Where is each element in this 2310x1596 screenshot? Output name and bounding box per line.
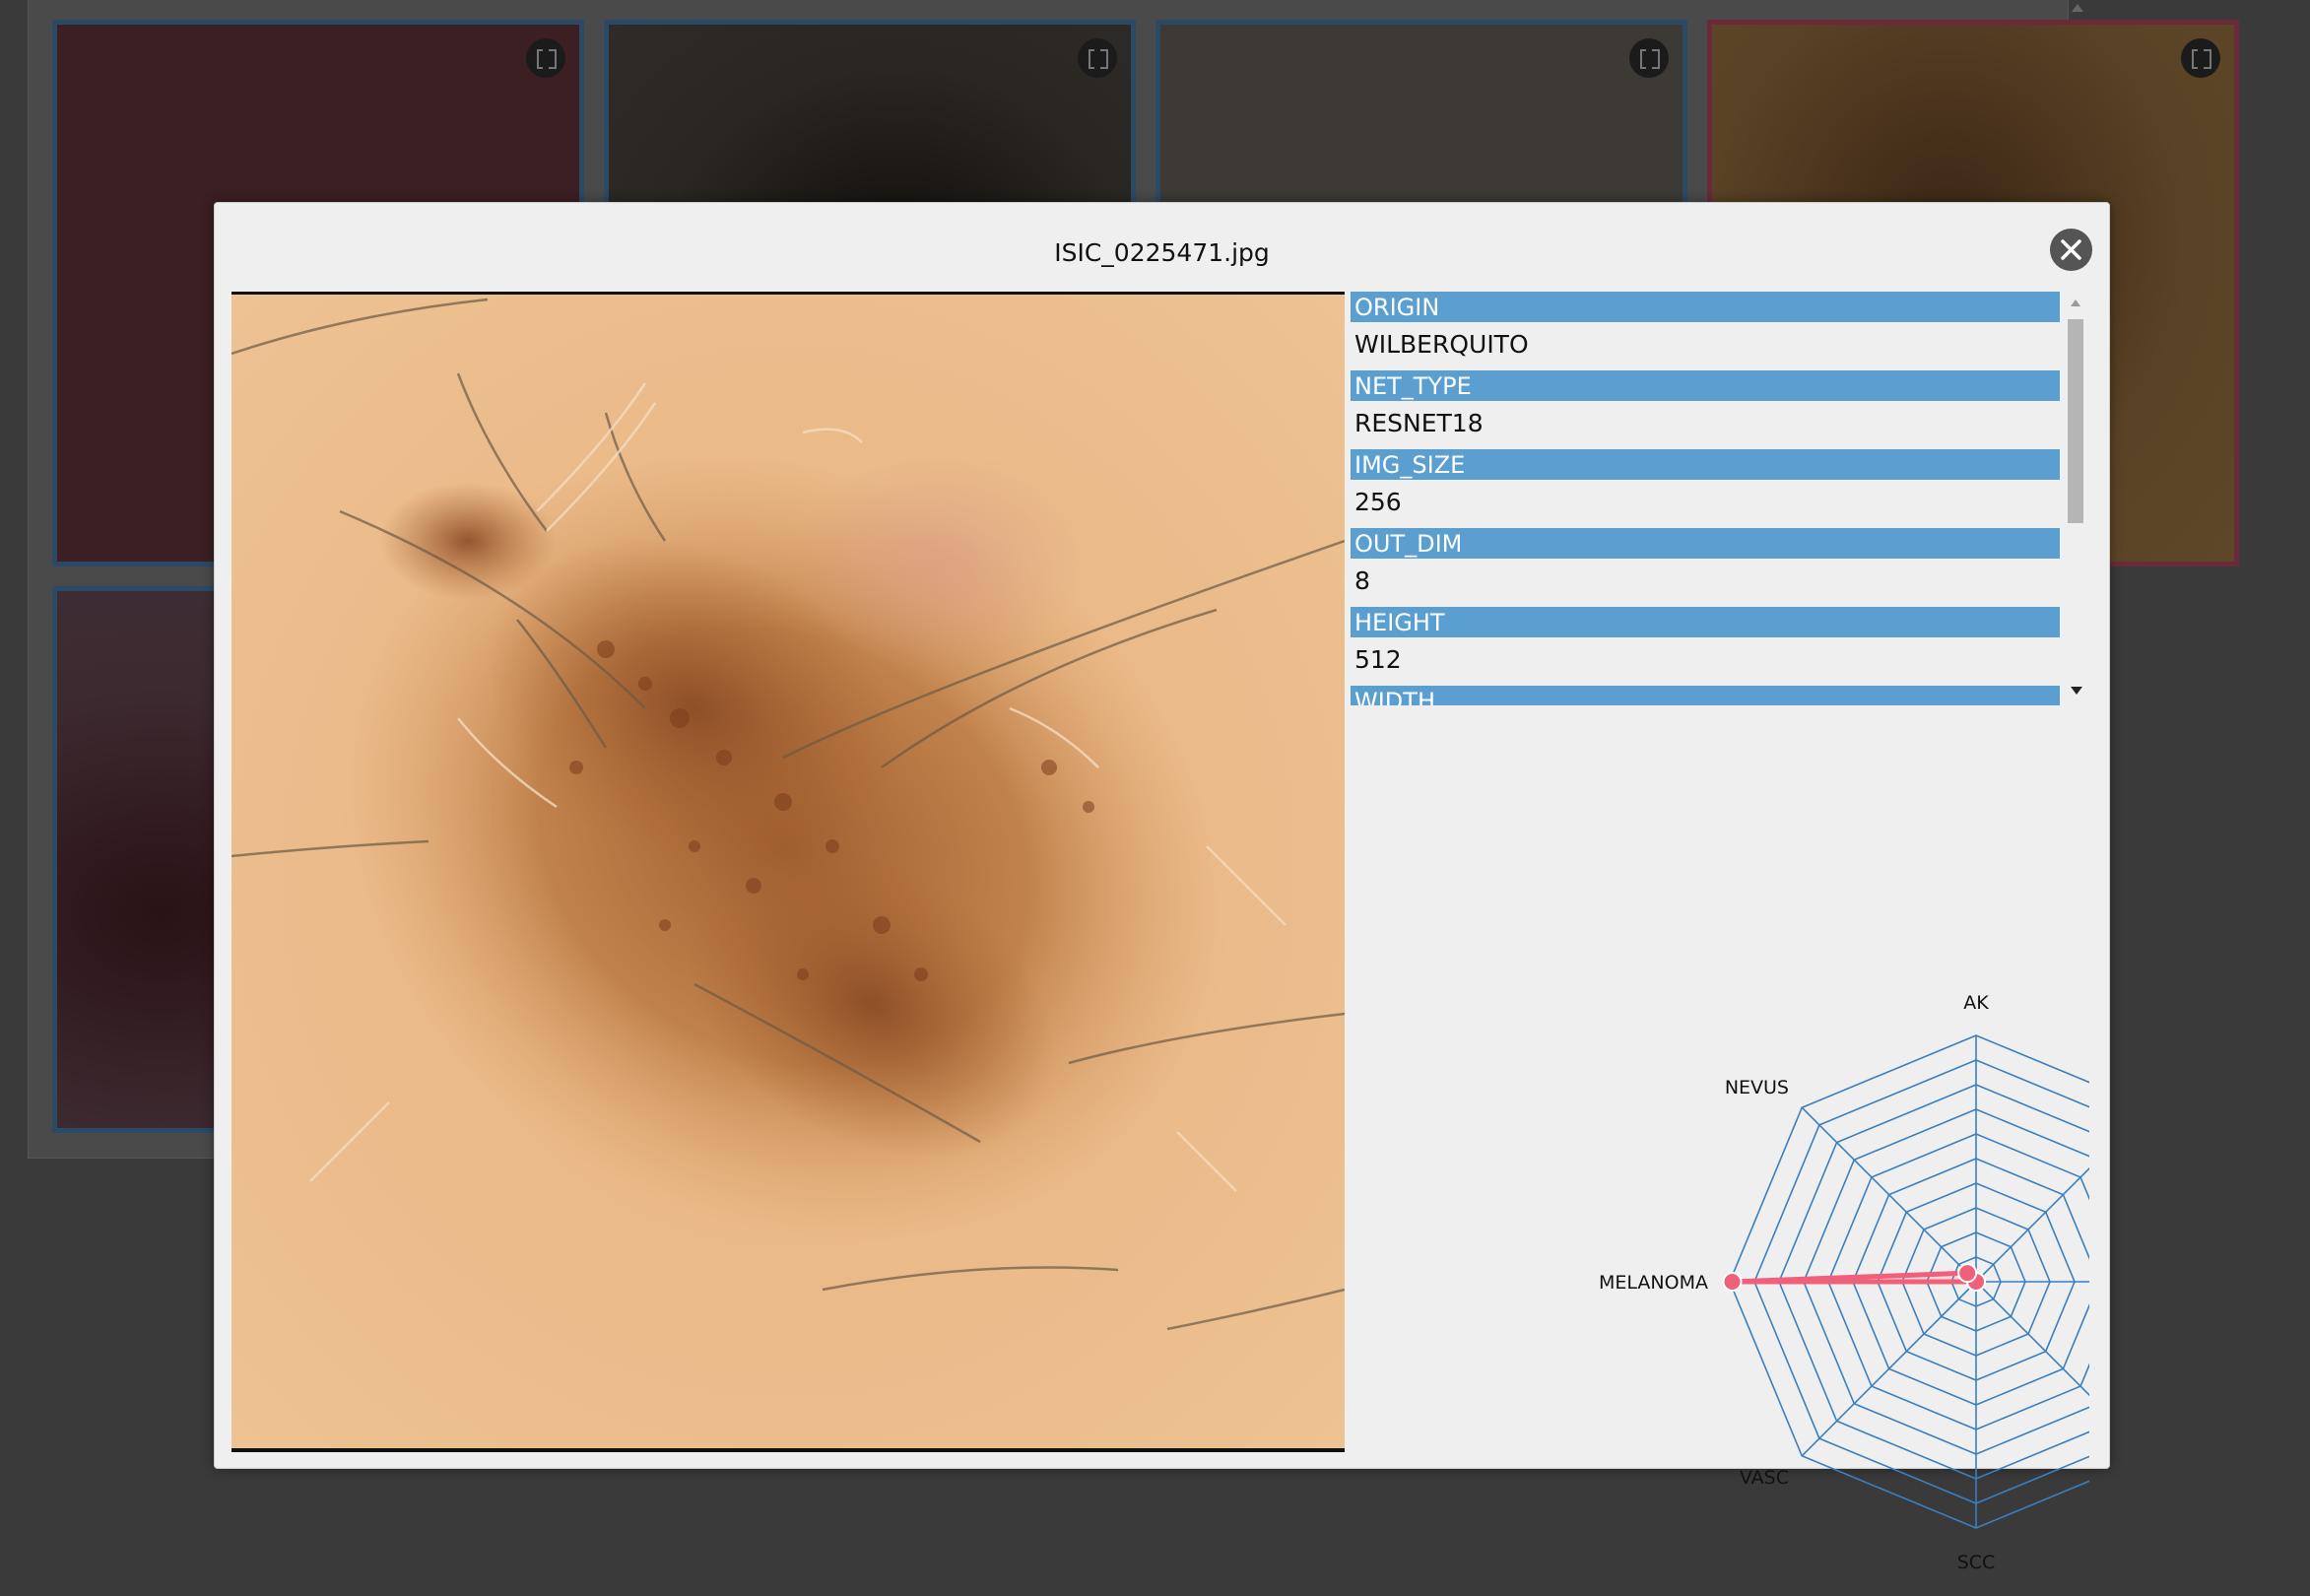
expand-icon[interactable]: [1078, 38, 1117, 78]
metadata-list[interactable]: ORIGIN WILBERQUITO NET_TYPE RESNET18 IMG…: [1351, 292, 2060, 705]
image-detail-modal: ISIC_0225471.jpg ORIGIN WILBERQUITO NET_…: [214, 202, 2279, 1573]
metadata-key: HEIGHT: [1351, 607, 2060, 637]
metadata-key: IMG_SIZE: [1351, 449, 2060, 480]
scroll-down-arrow-icon[interactable]: [2071, 687, 2082, 695]
metadata-value: RESNET18: [1354, 409, 1484, 437]
metadata-value: 256: [1354, 488, 1402, 516]
radar-point-nevus: [1957, 1263, 1978, 1284]
close-button[interactable]: [2050, 229, 2092, 271]
modal-title: ISIC_0225471.jpg: [1054, 238, 1270, 267]
lesion-image: [231, 292, 1345, 1452]
metadata-scrollbar[interactable]: [2065, 292, 2086, 705]
radar-series-area: [1730, 1270, 1979, 1285]
expand-icon[interactable]: [2181, 38, 2220, 78]
class-probability-radar-chart: AKBCCBKLDFSCCVASCMELANOMANEVUS: [1351, 765, 2279, 1592]
metadata-value: WILBERQUITO: [1354, 330, 1529, 359]
scrollbar-thumb[interactable]: [2068, 319, 2083, 523]
scroll-up-arrow-icon[interactable]: [2071, 299, 2080, 306]
metadata-value: 512: [1354, 645, 1402, 674]
radar-point-melanoma: [1722, 1272, 1743, 1292]
expand-icon[interactable]: [526, 38, 565, 78]
metadata-key: ORIGIN: [1351, 292, 2060, 322]
radar-axis-line: [1975, 1106, 2151, 1283]
radar-axis-label-nevus: NEVUS: [1725, 1077, 1789, 1098]
close-icon: [2061, 239, 2081, 260]
radar-axis-label-scc: SCC: [1957, 1552, 1996, 1573]
radar-axis-label-melanoma: MELANOMA: [1599, 1272, 1708, 1294]
metadata-key: WIDTH: [1351, 686, 2060, 705]
metadata-key: NET_TYPE: [1351, 370, 2060, 401]
metadata-key: OUT_DIM: [1351, 528, 2060, 559]
gallery-scroll-up-icon[interactable]: [2072, 4, 2083, 12]
radar-axis-label-ak: AK: [1963, 992, 1989, 1014]
radar-axis-label-vasc: VASC: [1740, 1467, 1789, 1489]
metadata-value: 8: [1354, 566, 1370, 595]
radar-axis-line: [1975, 1281, 2151, 1457]
expand-icon[interactable]: [1629, 38, 1669, 78]
